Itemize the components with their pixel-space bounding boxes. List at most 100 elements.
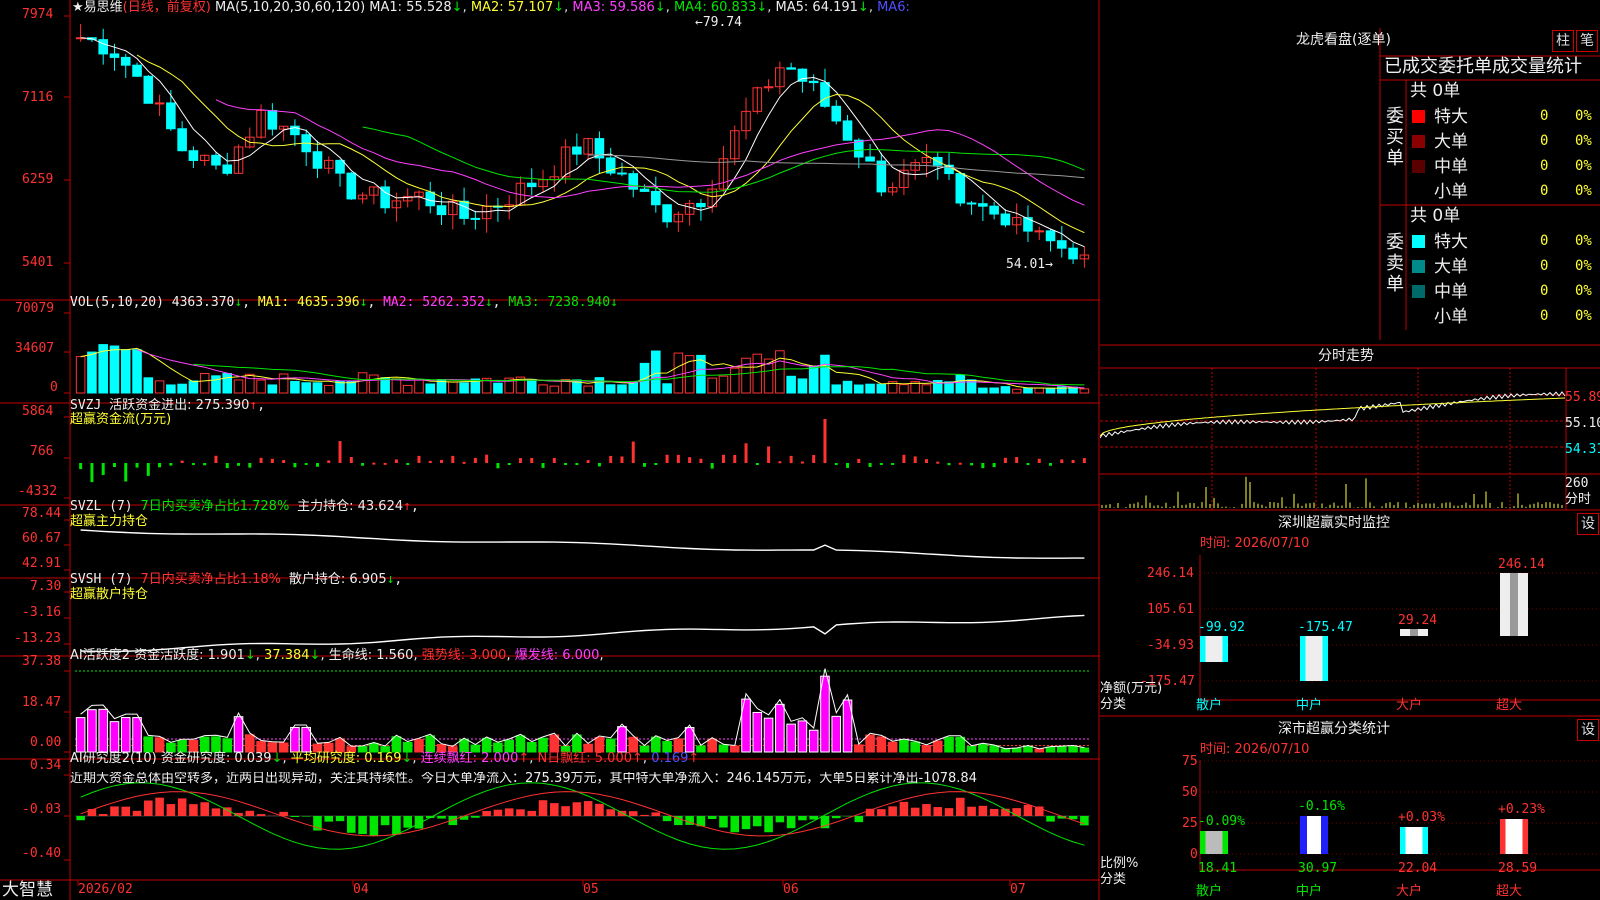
flow-bar	[101, 463, 105, 475]
candle-body	[1068, 247, 1078, 260]
activity-bar	[549, 734, 560, 753]
volume-bar	[808, 365, 819, 394]
candle-body	[436, 205, 447, 216]
study-bar	[132, 810, 142, 816]
sell-total: 共 0单	[1410, 206, 1461, 226]
candle-body	[651, 190, 661, 206]
study-bar	[189, 804, 198, 816]
price-axis-2: 6259	[22, 172, 54, 187]
svzj-axis-2: -4332	[18, 484, 58, 499]
activity-line	[80, 668, 1085, 750]
order-pct: 0%	[1575, 183, 1592, 199]
flow-bar	[203, 463, 207, 466]
order-count: 0	[1540, 158, 1549, 174]
candle-body	[166, 102, 176, 130]
flow-bar	[248, 463, 252, 468]
flow-bar	[462, 461, 466, 464]
tick-mode-button[interactable]: 笔	[1576, 30, 1598, 52]
volume-bar	[921, 384, 932, 394]
flow-bar	[857, 458, 861, 463]
buy-orders-label: 委买单	[1386, 106, 1404, 169]
monitor-settings-button[interactable]: 设	[1577, 513, 1599, 535]
price-legend: ★易思维(日线，前复权) MA(5,10,20,30,60,120) MA1: …	[72, 0, 910, 15]
study-bar	[719, 816, 728, 828]
svzl-legend: SVZL (7) 7日内买卖净占比1.728% 主力持仓: 43.624↑,	[70, 499, 419, 514]
order-color-swatch	[1412, 260, 1425, 273]
candle-body	[132, 64, 142, 77]
order-size-label: 小单	[1434, 307, 1468, 327]
candle-body	[662, 204, 672, 223]
date-axis-4: 07	[1010, 882, 1026, 897]
candle-body	[346, 172, 357, 200]
flow-bar	[79, 463, 83, 470]
right-panel-lines	[1100, 28, 1600, 871]
flow-bar	[631, 441, 635, 463]
svsh-axis-1: -3.16	[22, 605, 62, 620]
volume-bar	[256, 379, 266, 394]
category-label: 大户	[1396, 698, 1423, 713]
activity-bar	[617, 726, 627, 753]
candle-body	[831, 105, 842, 122]
flow-bar	[846, 463, 850, 468]
volume-bar	[233, 379, 244, 394]
candle-body	[842, 120, 853, 141]
volume-bar	[211, 375, 221, 394]
flow-bar	[721, 454, 725, 463]
svzl-axis-0: 78.44	[22, 506, 62, 521]
bar-ratio-label: 30.97	[1298, 861, 1338, 876]
ai2-axis-1: 18.47	[22, 695, 62, 710]
order-size-label: 中单	[1434, 282, 1468, 302]
study-bar	[583, 801, 593, 816]
candle-body	[425, 191, 436, 207]
candle-body	[696, 202, 706, 208]
ma3-value: MA3: 59.586	[572, 0, 655, 15]
flow-bar	[958, 462, 962, 465]
volume-bar	[143, 377, 154, 394]
study-bar	[335, 816, 345, 822]
flow-bar	[609, 455, 613, 463]
volume-bar	[865, 383, 875, 394]
ai-study-note: 近期大资金总体由空转多，近两日出现异动，关注其持续性。今日大单净流入：275.3…	[70, 772, 977, 786]
flow-bar	[1060, 459, 1064, 463]
study-bar	[572, 802, 582, 816]
study-bar	[493, 809, 503, 816]
classify-settings-button[interactable]: 设	[1577, 719, 1599, 741]
date-axis-2: 05	[583, 882, 599, 897]
activity-bar	[120, 717, 131, 753]
study-bar	[527, 810, 537, 816]
activity-bar	[707, 738, 717, 753]
candle-body	[1034, 230, 1045, 233]
flow-bar	[981, 463, 985, 469]
activity-bar	[335, 738, 345, 753]
flow-bar	[349, 456, 353, 463]
volume-bar	[369, 374, 379, 394]
activity-bar	[978, 743, 988, 753]
ma-title: MA(5,10,20,30,60,120)	[214, 0, 366, 15]
volume-bar	[357, 372, 368, 394]
candle-body	[854, 139, 864, 158]
flow-bar	[259, 457, 263, 463]
study-bar	[1012, 808, 1021, 816]
study-bar	[707, 816, 717, 820]
flow-bar	[992, 463, 996, 468]
study-bar	[380, 816, 390, 826]
main-holding-line	[80, 529, 1085, 559]
study-bar	[1023, 805, 1033, 816]
study-bar	[403, 816, 412, 828]
bar-value-label: 246.14	[1498, 557, 1545, 572]
monitor-axis-2: -34.93	[1147, 638, 1194, 653]
candle-body	[786, 67, 796, 70]
svzj-sub: 超赢资金流(万元)	[70, 412, 172, 427]
bar-mode-button[interactable]: 柱	[1552, 30, 1574, 52]
order-size-label: 特大	[1434, 107, 1468, 127]
volume-bar	[662, 383, 672, 394]
monitor-unit: 净额(万元)	[1100, 681, 1163, 696]
study-bar	[98, 814, 108, 816]
order-pct: 0%	[1575, 308, 1592, 324]
ma6-value: MA6:	[877, 0, 910, 15]
flow-bar	[372, 462, 376, 465]
flow-bar	[654, 463, 658, 465]
ma10-line	[136, 54, 1085, 234]
flow-bar	[180, 460, 184, 463]
study-bar	[944, 808, 954, 816]
